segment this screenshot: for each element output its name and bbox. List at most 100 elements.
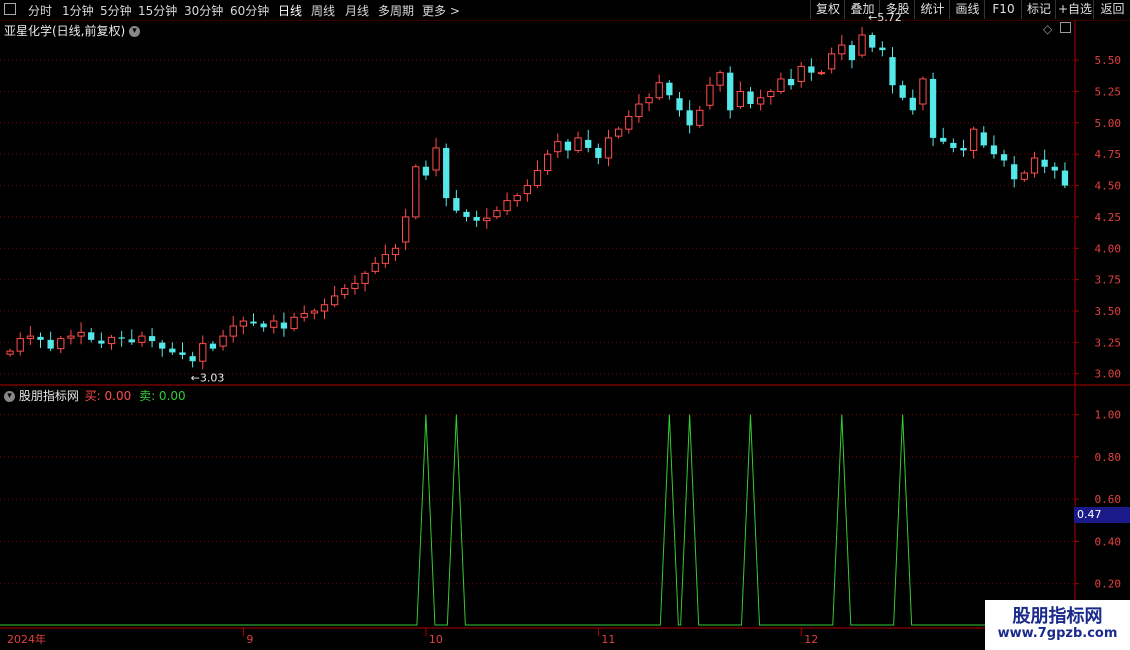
candle-body-up (604, 137, 613, 159)
candle-body-up (361, 272, 369, 284)
candle-body-up (635, 103, 643, 118)
price-tick-label: 3.75 (1095, 274, 1122, 287)
candle-body-down (422, 166, 430, 176)
candle-body-up (716, 72, 724, 86)
candle-body-down (747, 91, 754, 105)
candle-body-up (797, 65, 805, 82)
candle-body-up (1020, 172, 1029, 180)
candle-body-down (47, 339, 54, 349)
watermark-title: 股朋指标网 (1012, 606, 1103, 627)
candle-body-up (107, 336, 116, 345)
candle-body-down (179, 352, 186, 355)
chevron-down-icon[interactable]: ▾ (129, 26, 141, 37)
candle-body-down (473, 216, 480, 221)
candle-body-down (88, 332, 95, 340)
price-tick-label: 3.50 (1095, 305, 1122, 318)
candle-body-down (169, 348, 176, 353)
candle-body-down (148, 336, 156, 342)
candle-body-down (564, 141, 572, 151)
candle-body-up (270, 320, 278, 328)
candle-body-down (118, 337, 125, 339)
candle-body-up (199, 343, 207, 362)
candle-body-up (706, 84, 714, 106)
candle-body-up (838, 44, 846, 55)
candle-body-up (6, 350, 14, 355)
candle-body-up (483, 217, 491, 222)
candle-body-down (929, 78, 937, 138)
time-tick-label: 9 (246, 633, 253, 646)
current-value-badge: 0.47 (1074, 507, 1130, 523)
indicator-name: 股朋指标网 (18, 389, 79, 403)
candle-body-down (787, 78, 795, 86)
price-tick-label: 3.25 (1095, 336, 1122, 349)
candle-body-up (827, 53, 836, 70)
candle-body-down (1041, 159, 1048, 167)
price-tick-label: 5.25 (1095, 85, 1122, 98)
candle-body-down (189, 356, 196, 362)
candle-body-up (554, 141, 562, 153)
candle-body-down (808, 66, 815, 73)
watermark-logo: 股朋指标网 www.7gpzb.com (985, 600, 1130, 650)
price-tick-label: 4.25 (1095, 211, 1122, 224)
candle-body-up (817, 72, 826, 75)
time-tick-label: 2024年 (7, 632, 46, 646)
candle-body-up (858, 34, 866, 56)
indicator-tick-label: 0.60 (1095, 493, 1122, 506)
kline-chart[interactable]: 5.50 5.25 5.00 4.75 4.50 4.25 4.00 3.75 3.50 3.25… (0, 0, 1130, 650)
chevron-down-icon[interactable]: ▾ (4, 391, 15, 402)
candle-body-up (341, 287, 349, 295)
candle-body-down (209, 343, 217, 349)
candle-body-up (655, 82, 663, 99)
candle-body-down (686, 110, 693, 126)
candle-body-up (614, 128, 623, 137)
candle-body-up (371, 262, 379, 272)
candle-body-up (513, 195, 521, 202)
candle-body-up (26, 335, 35, 340)
candle-body-up (412, 166, 420, 218)
candle-body-up (16, 338, 24, 352)
indicator-line (0, 414, 1075, 626)
candle-body-down (1061, 170, 1069, 186)
candle-body-down (940, 137, 947, 142)
candle-body-up (239, 320, 248, 327)
candle-body-down (128, 339, 135, 343)
chart-title: 亚星化学(日线,前复权) ▾ (4, 22, 141, 39)
time-tick-label: 11 (601, 633, 615, 646)
candle-body-up (493, 210, 501, 218)
chart-title-text: 亚星化学(日线,前复权) (4, 24, 126, 38)
candle-body-down (98, 340, 105, 344)
candle-body-down (37, 336, 44, 340)
diamond-icon[interactable]: ◇ (1043, 22, 1052, 36)
candle-body-down (260, 323, 267, 328)
candle-body-up (756, 97, 765, 105)
candle-body-up (310, 310, 319, 314)
candle-body-up (625, 116, 633, 130)
indicator-tick-label: 0.40 (1095, 535, 1122, 548)
indicator-title: ▾ 股朋指标网 买: 0.00 卖: 0.00 (4, 387, 186, 404)
price-tick-label: 4.50 (1095, 180, 1122, 193)
candle-body-up (229, 325, 237, 337)
chart-controls: ◇ (1043, 22, 1072, 36)
window-toggle-icon[interactable] (1060, 22, 1072, 33)
candle-body-up (391, 247, 400, 256)
candle-body-up (381, 254, 390, 264)
high-annotation: ←5.72 (868, 11, 902, 24)
candle-body-up (320, 304, 329, 312)
candle-body-down (909, 97, 916, 111)
candle-body-down (1051, 166, 1058, 171)
candle-body-down (666, 82, 673, 96)
candle-body-up (969, 128, 978, 151)
candle-body-down (1011, 164, 1018, 180)
candle-body-down (453, 198, 460, 211)
candle-body-down (889, 57, 896, 86)
candle-body-up (290, 316, 298, 330)
candle-body-down (950, 142, 957, 148)
candle-body-up (523, 185, 532, 195)
candle-body-up (1030, 157, 1039, 174)
price-tick-label: 5.00 (1095, 117, 1122, 130)
candle-body-down (280, 322, 288, 329)
price-tick-label: 4.00 (1095, 242, 1122, 255)
candle-body-up (57, 338, 65, 350)
candle-body-up (77, 331, 85, 337)
price-tick-label: 5.50 (1095, 54, 1122, 67)
